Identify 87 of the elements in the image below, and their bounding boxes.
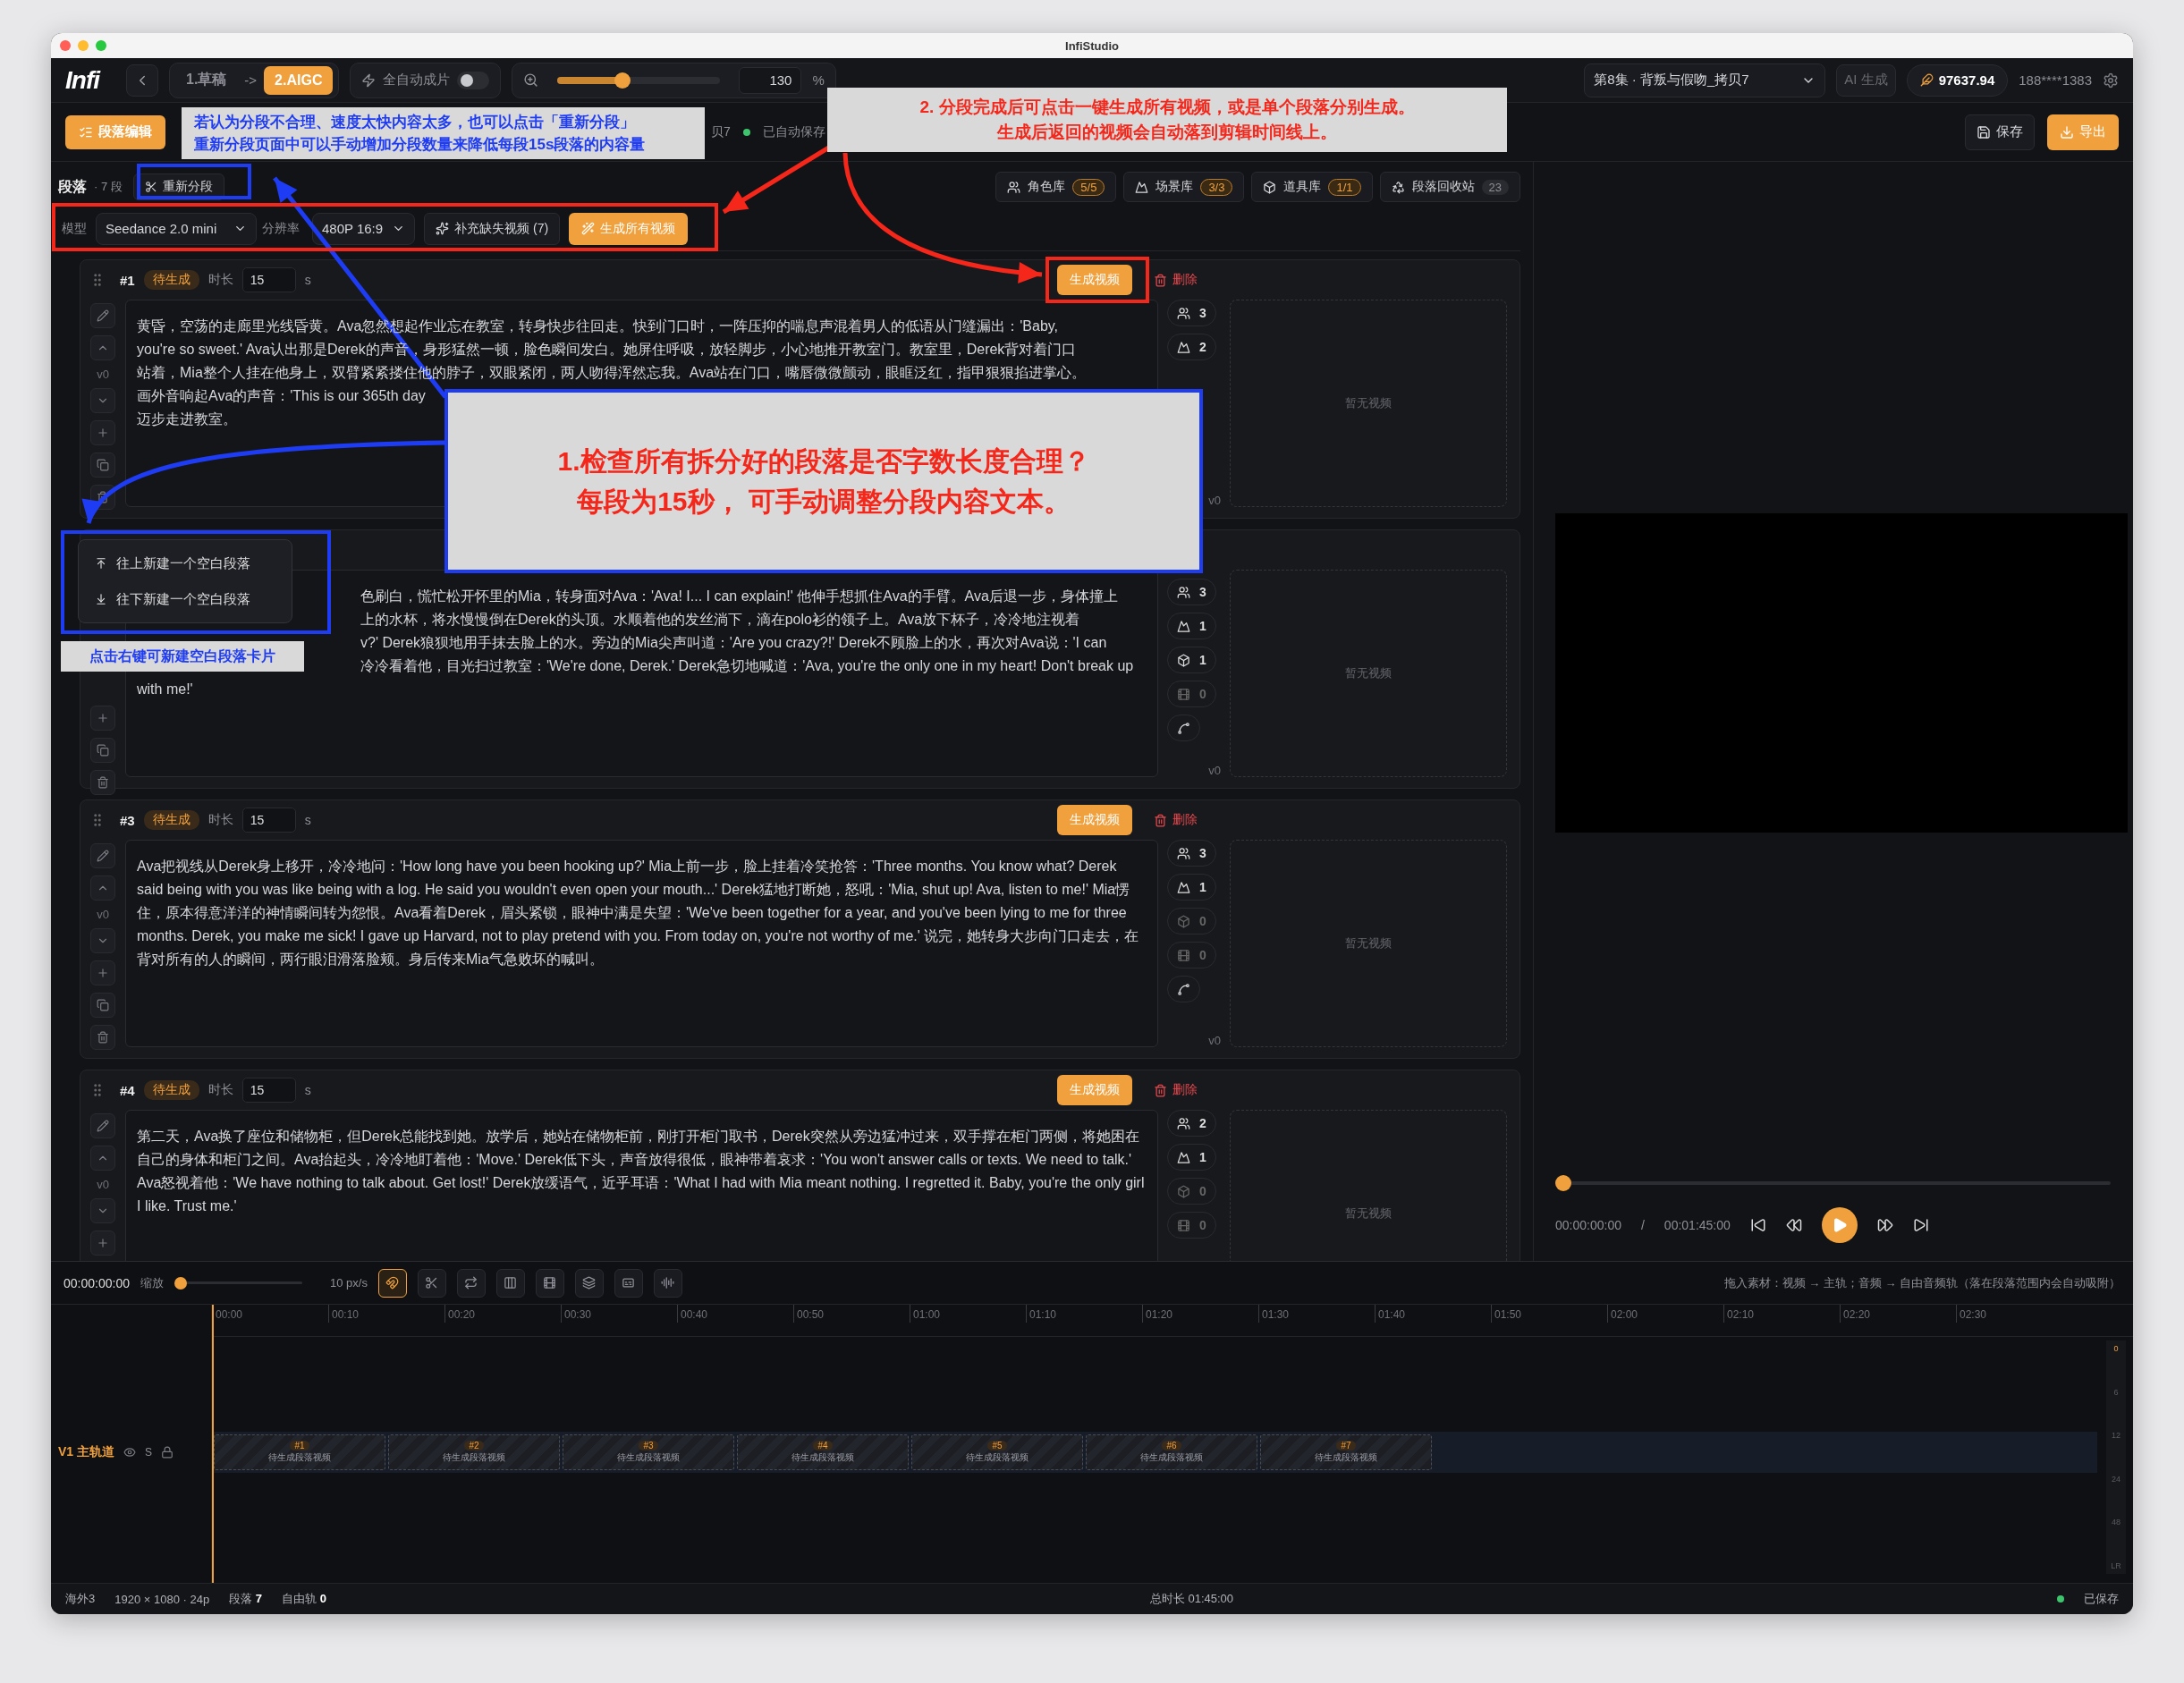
meter-label: 0: [2113, 1344, 2119, 1353]
ruler-tick: 01:10: [1026, 1305, 1142, 1323]
model-label: 模型: [62, 220, 87, 237]
project-name: 海外3: [65, 1591, 96, 1607]
zoom-value: 10 px/s: [329, 1276, 368, 1290]
ruler-tick: 00:50: [793, 1305, 910, 1323]
ruler-tick: 00:30: [561, 1305, 677, 1323]
unit-label: s: [304, 813, 311, 827]
clip-number: #6: [1162, 1441, 1181, 1450]
version-label: v0: [97, 1178, 109, 1191]
resolution-label: 分辨率: [262, 220, 300, 237]
timeline-time: 00:00:00:00: [63, 1275, 130, 1290]
version-label: v0: [1208, 494, 1221, 507]
save-status: 已保存: [2084, 1591, 2119, 1607]
unit-label: s: [304, 273, 311, 287]
annotation-tooltip: 1.检查所有拆分好的段落是否字数长度合理？ 每段为15秒， 可手动调整分段内容文本。: [444, 389, 1203, 573]
annotation-tooltip: 点击右键可新建空白段落卡片: [61, 641, 304, 672]
episode-fragment: 贝7: [711, 123, 731, 140]
ruler-tick: 02:10: [1723, 1305, 1840, 1323]
ruler-tick: 01:00: [910, 1305, 1026, 1323]
meter-label: LR: [2111, 1560, 2121, 1570]
clip-number: #7: [1336, 1441, 1356, 1450]
clip-caption: 待生成段落视频: [966, 1451, 1029, 1464]
status-badge: 待生成: [143, 810, 199, 830]
user-phone: 188****1383: [2019, 72, 2092, 88]
window-title: InfiStudio: [1065, 38, 1119, 53]
clip-caption: 待生成段落视频: [1140, 1451, 1203, 1464]
ruler-tick: 00:20: [444, 1305, 561, 1323]
time-separator: /: [1640, 1218, 1645, 1232]
version-label: v0: [1208, 1034, 1221, 1047]
unit-label: s: [304, 1083, 311, 1097]
segment-number: #4: [120, 1082, 135, 1098]
count-badge: 1/1: [1328, 178, 1361, 196]
meter-label: 12: [2112, 1431, 2121, 1441]
segment-total: 段落 7: [229, 1591, 262, 1607]
annotation-tooltip: 若认为分段不合理、速度太快内容太多，也可以点击「重新分段」 重新分段页面中可以手动增加分段数量来降低每段15s段落的内容量: [182, 107, 705, 159]
timeline-hint: 拖入素材：视频 → 主轨；音频 → 自由音频轨（落在段落范围内会自动吸附）: [1723, 1274, 2121, 1291]
free-track-total: 自由轨 0: [282, 1591, 326, 1607]
meter-label: 48: [2112, 1518, 2121, 1527]
track-name: V1 主轨道: [58, 1444, 114, 1460]
clip-number: #1: [290, 1441, 309, 1450]
app-logo: Infi: [65, 65, 99, 95]
section-title: 段落: [58, 177, 87, 196]
duration-label: 时长: [207, 812, 233, 828]
total-duration: 总时长 01:45:00: [1149, 1591, 1234, 1607]
zoom-label: 缩放: [140, 1274, 164, 1291]
version-label: v0: [97, 908, 109, 921]
playback-time: 00:00:00:00: [1555, 1218, 1621, 1232]
status-badge: 待生成: [143, 1080, 199, 1100]
segment-number: #3: [120, 812, 135, 828]
ruler-tick: 01:40: [1375, 1305, 1491, 1323]
ruler-tick: 00:10: [328, 1305, 444, 1323]
status-badge: 待生成: [143, 270, 199, 290]
segment-count: · 7 段: [94, 179, 123, 195]
duration-label: 时长: [207, 1082, 233, 1098]
credits-badge: 97637.94: [1906, 63, 2009, 97]
clip-caption: 待生成段落视频: [268, 1451, 331, 1464]
clip-number: #2: [464, 1441, 484, 1450]
ruler-tick: 02:00: [1607, 1305, 1723, 1323]
clip-number: #5: [987, 1441, 1007, 1450]
clip-caption: 待生成段落视频: [791, 1451, 854, 1464]
step-arrow: ->: [244, 72, 258, 88]
total-time: 00:01:45:00: [1663, 1218, 1731, 1232]
annotation-tooltip: 2. 分段完成后可点击一键生成所有视频，或是单个段落分别生成。 生成后返回的视频会自动落到剪辑时间线上。: [827, 88, 1507, 152]
segment-number: #1: [120, 272, 135, 288]
ruler-tick: 01:30: [1258, 1305, 1375, 1323]
autosave-status: 已自动保存: [762, 123, 825, 140]
count-badge: 23: [1481, 179, 1509, 195]
meter-label: 6: [2113, 1387, 2119, 1397]
ruler-tick: 02:30: [1956, 1305, 2072, 1323]
count-badge: 5/5: [1072, 178, 1105, 196]
clip-caption: 待生成段落视频: [617, 1451, 680, 1464]
count-badge: 3/3: [1200, 178, 1233, 196]
clip-number: #3: [639, 1441, 658, 1450]
zoom-unit: %: [812, 72, 825, 88]
version-label: v0: [97, 368, 109, 381]
duration-label: 时长: [207, 272, 233, 288]
ruler-tick: 00:40: [677, 1305, 793, 1323]
clip-caption: 待生成段落视频: [443, 1451, 505, 1464]
ruler-tick: 02:20: [1840, 1305, 1956, 1323]
ruler-tick: 01:50: [1491, 1305, 1607, 1323]
version-label: v0: [1208, 764, 1221, 777]
meter-label: 24: [2112, 1474, 2121, 1484]
ruler-tick: 01:20: [1142, 1305, 1258, 1323]
format-info: 1920 × 1080 · 24p: [114, 1592, 210, 1606]
clip-caption: 待生成段落视频: [1315, 1451, 1377, 1464]
clip-number: #4: [813, 1441, 833, 1450]
